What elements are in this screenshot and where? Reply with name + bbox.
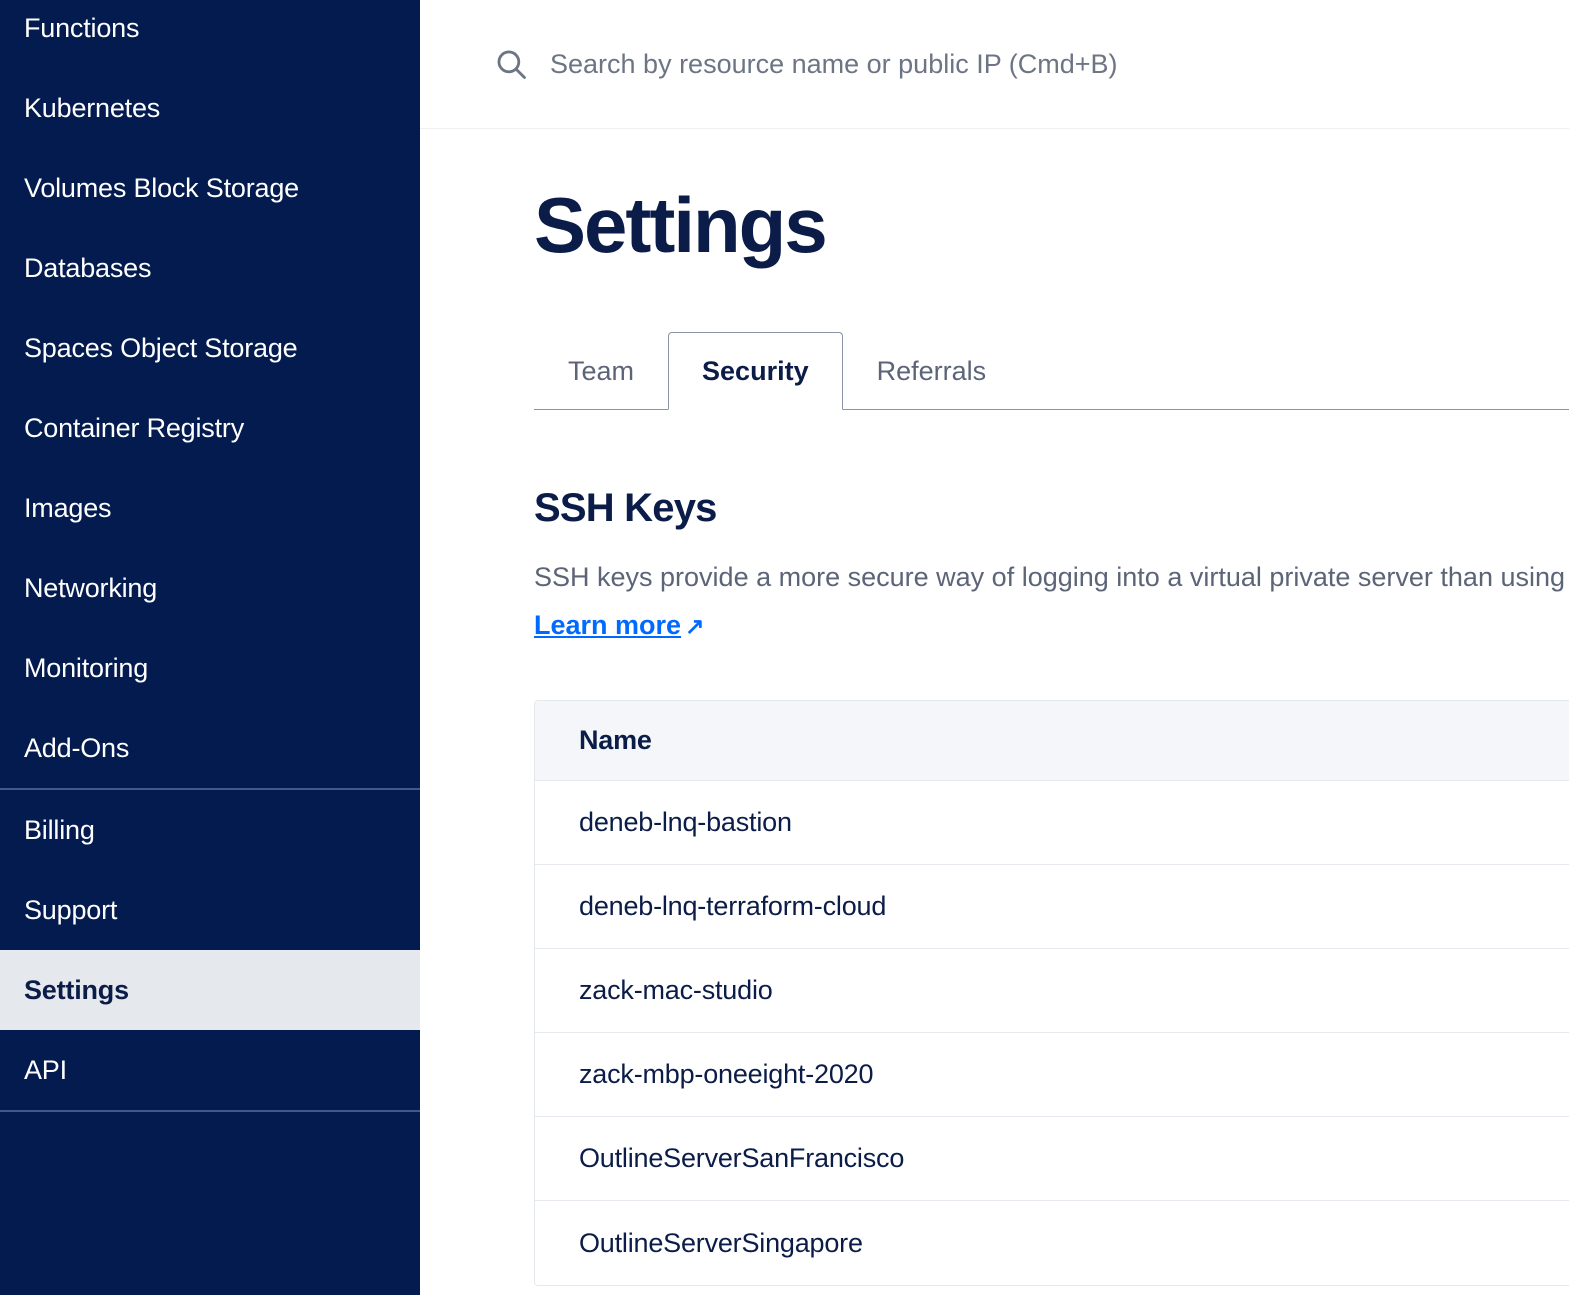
sidebar-item-spaces-object-storage[interactable]: Spaces Object Storage [0, 308, 420, 388]
tab-security[interactable]: Security [668, 332, 843, 410]
sidebar-item-label: Support [24, 894, 118, 925]
table-row[interactable]: deneb-lnq-terraform-cloud [535, 865, 1569, 949]
external-link-arrow-icon: ↗ [685, 613, 705, 639]
column-header-name[interactable]: Name [535, 701, 1569, 781]
table-head: Name [535, 701, 1569, 781]
sidebar-item-networking[interactable]: Networking [0, 548, 420, 628]
table-row[interactable]: zack-mac-studio [535, 949, 1569, 1033]
sidebar-item-databases[interactable]: Databases [0, 228, 420, 308]
sidebar-secondary-group: Billing Support Settings API [0, 790, 420, 1110]
sidebar-item-add-ons[interactable]: Add-Ons [0, 708, 420, 788]
sidebar-item-billing[interactable]: Billing [0, 790, 420, 870]
ssh-key-name: zack-mbp-oneeight-2020 [535, 1033, 1569, 1117]
sidebar-item-label: Databases [24, 252, 152, 283]
ssh-key-name: zack-mac-studio [535, 949, 1569, 1033]
sidebar: Droplets Functions Kubernetes Volumes Bl… [0, 0, 420, 1295]
sidebar-primary-group: Droplets Functions Kubernetes Volumes Bl… [0, 0, 420, 788]
sidebar-divider-bottom [0, 1110, 420, 1112]
sidebar-item-label: Add-Ons [24, 732, 130, 763]
app-root: Droplets Functions Kubernetes Volumes Bl… [0, 0, 1569, 1295]
table-row[interactable]: OutlineServerSingapore [535, 1201, 1569, 1285]
ssh-keys-table: Name deneb-lnq-bastion deneb-lnq-terrafo… [534, 700, 1569, 1286]
sidebar-item-api[interactable]: API [0, 1030, 420, 1110]
ssh-key-name: OutlineServerSingapore [579, 1227, 863, 1258]
tab-referrals[interactable]: Referrals [843, 332, 1021, 410]
sidebar-item-monitoring[interactable]: Monitoring [0, 628, 420, 708]
tab-label: Team [568, 355, 635, 386]
sidebar-item-label: API [24, 1054, 67, 1085]
section-description: SSH keys provide a more secure way of lo… [534, 553, 1569, 650]
table-body: deneb-lnq-bastion deneb-lnq-terraform-cl… [535, 781, 1569, 1285]
sidebar-item-label: Settings [24, 974, 129, 1005]
sidebar-item-label: Spaces Object Storage [24, 332, 298, 363]
tab-bar: Team Security Referrals [534, 332, 1569, 410]
tab-team[interactable]: Team [534, 332, 668, 410]
sidebar-item-label: Images [24, 492, 112, 523]
main-content: Settings Team Security Referrals SSH Key… [420, 0, 1569, 1295]
tab-label: Security [702, 355, 809, 386]
table-header-row: Name [535, 701, 1569, 781]
sidebar-item-support[interactable]: Support [0, 870, 420, 950]
ssh-key-name: deneb-lnq-terraform-cloud [535, 865, 1569, 949]
table-row[interactable]: OutlineServerSanFrancisco [535, 1117, 1569, 1201]
sidebar-item-label: Volumes Block Storage [24, 172, 299, 203]
ssh-key-name: OutlineServerSanFrancisco [535, 1117, 1569, 1201]
learn-more-link[interactable]: Learn more [534, 610, 681, 640]
topbar [420, 0, 1569, 129]
sidebar-item-label: Functions [24, 12, 140, 43]
sidebar-item-images[interactable]: Images [0, 468, 420, 548]
tab-label: Referrals [876, 355, 987, 386]
ssh-key-name: deneb-lnq-bastion [535, 781, 1569, 865]
sidebar-item-label: Monitoring [24, 652, 149, 683]
sidebar-item-label: Container Registry [24, 412, 244, 443]
sidebar-item-container-registry[interactable]: Container Registry [0, 388, 420, 468]
sidebar-item-label: Networking [24, 572, 158, 603]
sidebar-item-functions[interactable]: Functions [0, 0, 420, 68]
page-title: Settings [534, 181, 828, 269]
sidebar-item-volumes-block-storage[interactable]: Volumes Block Storage [0, 148, 420, 228]
sidebar-item-label: Billing [24, 814, 95, 845]
search-icon [497, 50, 526, 79]
table-row[interactable]: deneb-lnq-bastion [535, 781, 1569, 865]
sidebar-item-label: Kubernetes [24, 92, 161, 123]
page-body: Settings Team Security Referrals SSH Key… [420, 186, 1569, 1286]
sidebar-item-settings[interactable]: Settings [0, 950, 420, 1030]
sidebar-item-kubernetes[interactable]: Kubernetes [0, 68, 420, 148]
search-input[interactable] [550, 48, 1450, 80]
table-row[interactable]: zack-mbp-oneeight-2020 [535, 1033, 1569, 1117]
section-description-text: SSH keys provide a more secure way of lo… [534, 562, 1569, 592]
section-heading-ssh-keys: SSH Keys [534, 486, 717, 530]
